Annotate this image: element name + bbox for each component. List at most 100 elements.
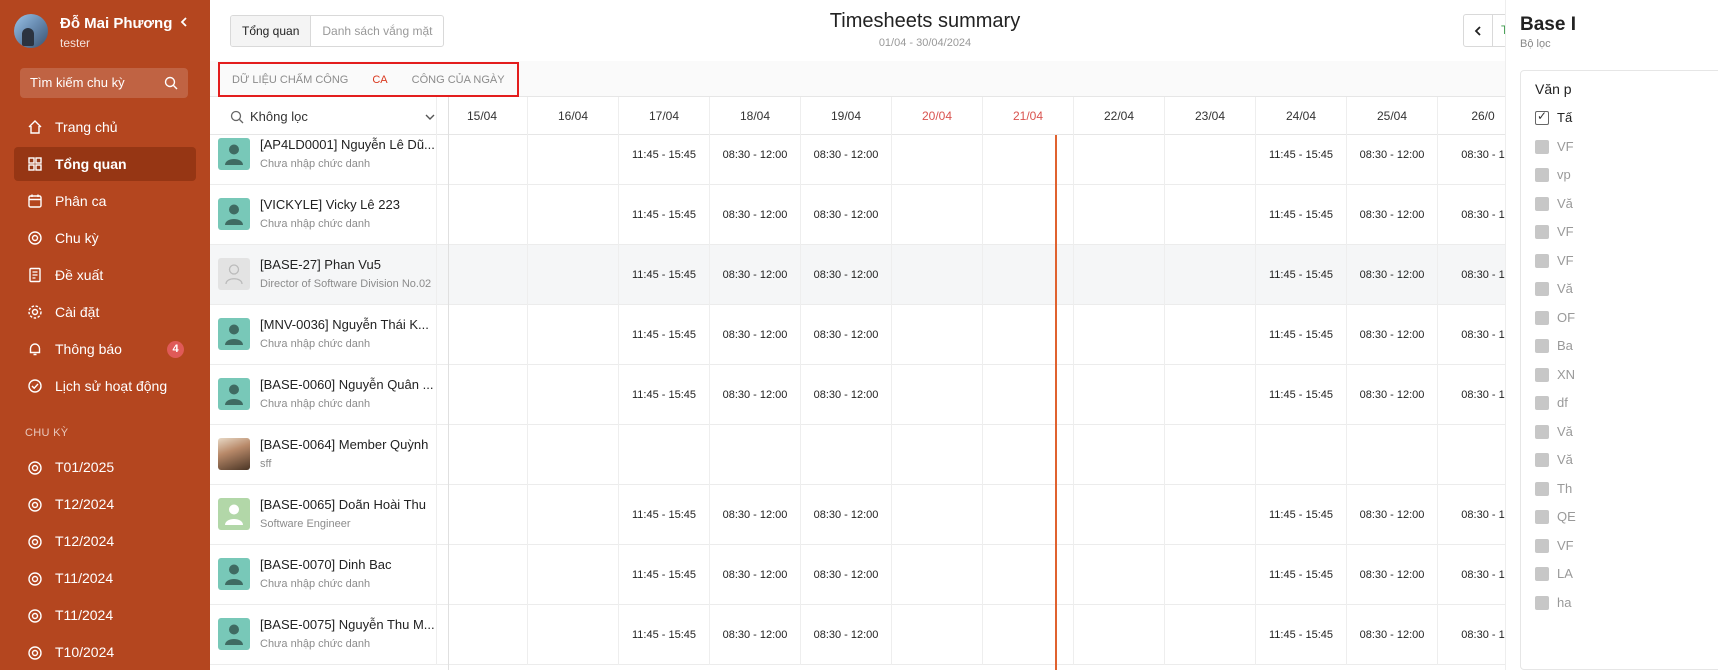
checkbox[interactable]	[1535, 538, 1549, 553]
shift-cell[interactable]	[436, 545, 527, 605]
sidebar-item-7[interactable]: Lịch sử hoạt động	[14, 369, 196, 403]
shift-cell[interactable]: 08:30 - 12:00	[709, 365, 800, 425]
shift-cell[interactable]: 08:30 - 12:00	[709, 485, 800, 545]
shift-cell[interactable]	[891, 245, 982, 305]
shift-cell[interactable]	[1164, 135, 1255, 185]
shift-cell[interactable]: 08:30 - 12:00	[709, 185, 800, 245]
shift-cell[interactable]: 08:30 - 12:00	[1346, 545, 1437, 605]
shift-cell[interactable]	[982, 305, 1073, 365]
shift-cell[interactable]: 11:45 - 15:45	[618, 135, 709, 185]
shift-cell[interactable]: 11:45 - 15:45	[1255, 365, 1346, 425]
cycle-search-input[interactable]: Tìm kiếm chu kỳ	[20, 68, 188, 98]
shift-cell[interactable]	[1073, 365, 1164, 425]
shift-cell[interactable]	[527, 185, 618, 245]
shift-cell[interactable]: 11:45 - 15:45	[618, 245, 709, 305]
tab-absence-list[interactable]: Danh sách vắng mặt	[311, 16, 443, 46]
shift-cell[interactable]: 08:30 - 12:00	[709, 305, 800, 365]
table-row[interactable]: [BASE-0065] Doãn Hoài Thu Software Engine…	[210, 485, 1650, 545]
shift-cell[interactable]: 11:45 - 15:45	[1255, 135, 1346, 185]
shift-cell[interactable]	[891, 135, 982, 185]
employee-name[interactable]: [BASE-0075] Nguyễn Thu M...	[260, 617, 435, 632]
shift-cell[interactable]	[891, 605, 982, 665]
shift-cell[interactable]	[1073, 605, 1164, 665]
shift-cell[interactable]	[436, 135, 527, 185]
tab-overview[interactable]: Tổng quan	[231, 16, 312, 46]
checkbox[interactable]	[1535, 453, 1549, 467]
shift-cell[interactable]: 08:30 - 12:00	[1346, 305, 1437, 365]
shift-cell[interactable]: 08:30 - 12:00	[1346, 135, 1437, 185]
shift-cell[interactable]	[436, 305, 527, 365]
shift-cell[interactable]	[436, 245, 527, 305]
subtab-attendance-data[interactable]: DỮ LIỆU CHẤM CÔNG	[232, 74, 348, 86]
employee-name[interactable]: [MNV-0036] Nguyễn Thái K...	[260, 317, 429, 332]
sidebar-item-2[interactable]: Phân ca	[14, 184, 196, 218]
shift-cell[interactable]	[1073, 425, 1164, 485]
checkbox[interactable]	[1535, 367, 1549, 382]
employee-name[interactable]: [VICKYLE] Vicky Lê 223	[260, 197, 400, 212]
checkbox[interactable]	[1535, 196, 1549, 211]
shift-cell[interactable]: 11:45 - 15:45	[1255, 305, 1346, 365]
shift-cell[interactable]	[1164, 425, 1255, 485]
shift-cell[interactable]	[1073, 485, 1164, 545]
employee-name[interactable]: [BASE-0065] Doãn Hoài Thu	[260, 497, 426, 512]
shift-cell[interactable]: 08:30 - 12:00	[800, 545, 891, 605]
shift-cell[interactable]	[891, 545, 982, 605]
shift-cell[interactable]	[1164, 605, 1255, 665]
collapse-sidebar-icon[interactable]	[176, 14, 192, 30]
table-row[interactable]: [BASE-0064] Member Quỳnh sff	[210, 425, 1650, 485]
checkbox[interactable]	[1535, 282, 1549, 296]
cycle-item[interactable]: T10/2024	[14, 634, 196, 670]
shift-cell[interactable]: 08:30 - 12:00	[800, 245, 891, 305]
shift-cell[interactable]	[1164, 545, 1255, 605]
sidebar-item-4[interactable]: Đề xuất	[14, 258, 196, 292]
checkbox[interactable]	[1535, 339, 1549, 353]
shift-cell[interactable]	[891, 425, 982, 485]
shift-cell[interactable]	[891, 185, 982, 245]
shift-cell[interactable]: 08:30 - 12:00	[800, 135, 891, 185]
employee-name[interactable]: [AP4LD0001] Nguyễn Lê Dũ...	[260, 137, 435, 152]
shift-cell[interactable]: 08:30 - 12:00	[800, 185, 891, 245]
subtab-daily-work[interactable]: CÔNG CỦA NGÀY	[412, 74, 505, 86]
shift-cell[interactable]	[436, 485, 527, 545]
shift-cell[interactable]	[1346, 425, 1437, 485]
shift-cell[interactable]: 08:30 - 12:00	[709, 605, 800, 665]
shift-cell[interactable]: 08:30 - 12:00	[800, 485, 891, 545]
shift-cell[interactable]	[982, 545, 1073, 605]
shift-cell[interactable]	[527, 245, 618, 305]
shift-cell[interactable]	[1073, 245, 1164, 305]
table-row[interactable]: [BASE-27] Phan Vu5 Director of Software D…	[210, 245, 1650, 305]
shift-cell[interactable]	[1255, 425, 1346, 485]
shift-cell[interactable]	[982, 135, 1073, 185]
shift-cell[interactable]	[1073, 185, 1164, 245]
checkbox[interactable]	[1535, 595, 1549, 610]
employee-name[interactable]: [BASE-27] Phan Vu5	[260, 257, 381, 272]
employee-name[interactable]: [BASE-0060] Nguyễn Quân ...	[260, 377, 433, 392]
sidebar-item-1[interactable]: Tổng quan	[14, 147, 196, 181]
table-row[interactable]: [MNV-0036] Nguyễn Thái K... Chưa nhập chứ…	[210, 305, 1650, 365]
cycle-item[interactable]: T01/2025	[14, 449, 196, 486]
shift-cell[interactable]: 11:45 - 15:45	[618, 605, 709, 665]
shift-cell[interactable]	[527, 365, 618, 425]
prev-period-button[interactable]	[1464, 15, 1492, 46]
checkbox[interactable]	[1535, 109, 1549, 125]
shift-cell[interactable]	[1073, 135, 1164, 185]
shift-cell[interactable]	[1164, 365, 1255, 425]
shift-cell[interactable]: 11:45 - 15:45	[618, 305, 709, 365]
table-row[interactable]: [BASE-0060] Nguyễn Quân ... Chưa nhập chứ…	[210, 365, 1650, 425]
checkbox[interactable]	[1535, 510, 1549, 524]
shift-cell[interactable]: 11:45 - 15:45	[618, 485, 709, 545]
shift-cell[interactable]: 11:45 - 15:45	[1255, 545, 1346, 605]
shift-cell[interactable]: 11:45 - 15:45	[1255, 485, 1346, 545]
shift-cell[interactable]: 11:45 - 15:45	[618, 545, 709, 605]
shift-cell[interactable]	[527, 135, 618, 185]
sidebar-item-3[interactable]: Chu kỳ	[14, 221, 196, 255]
shift-cell[interactable]	[891, 365, 982, 425]
shift-cell[interactable]	[1164, 185, 1255, 245]
checkbox[interactable]	[1535, 481, 1549, 496]
shift-cell[interactable]: 08:30 - 12:00	[709, 135, 800, 185]
shift-cell[interactable]: 08:30 - 12:00	[800, 605, 891, 665]
sidebar-item-5[interactable]: Cài đặt	[14, 295, 196, 329]
shift-cell[interactable]: 08:30 - 12:00	[1346, 245, 1437, 305]
cycle-item[interactable]: T12/2024	[14, 486, 196, 523]
shift-cell[interactable]	[982, 605, 1073, 665]
